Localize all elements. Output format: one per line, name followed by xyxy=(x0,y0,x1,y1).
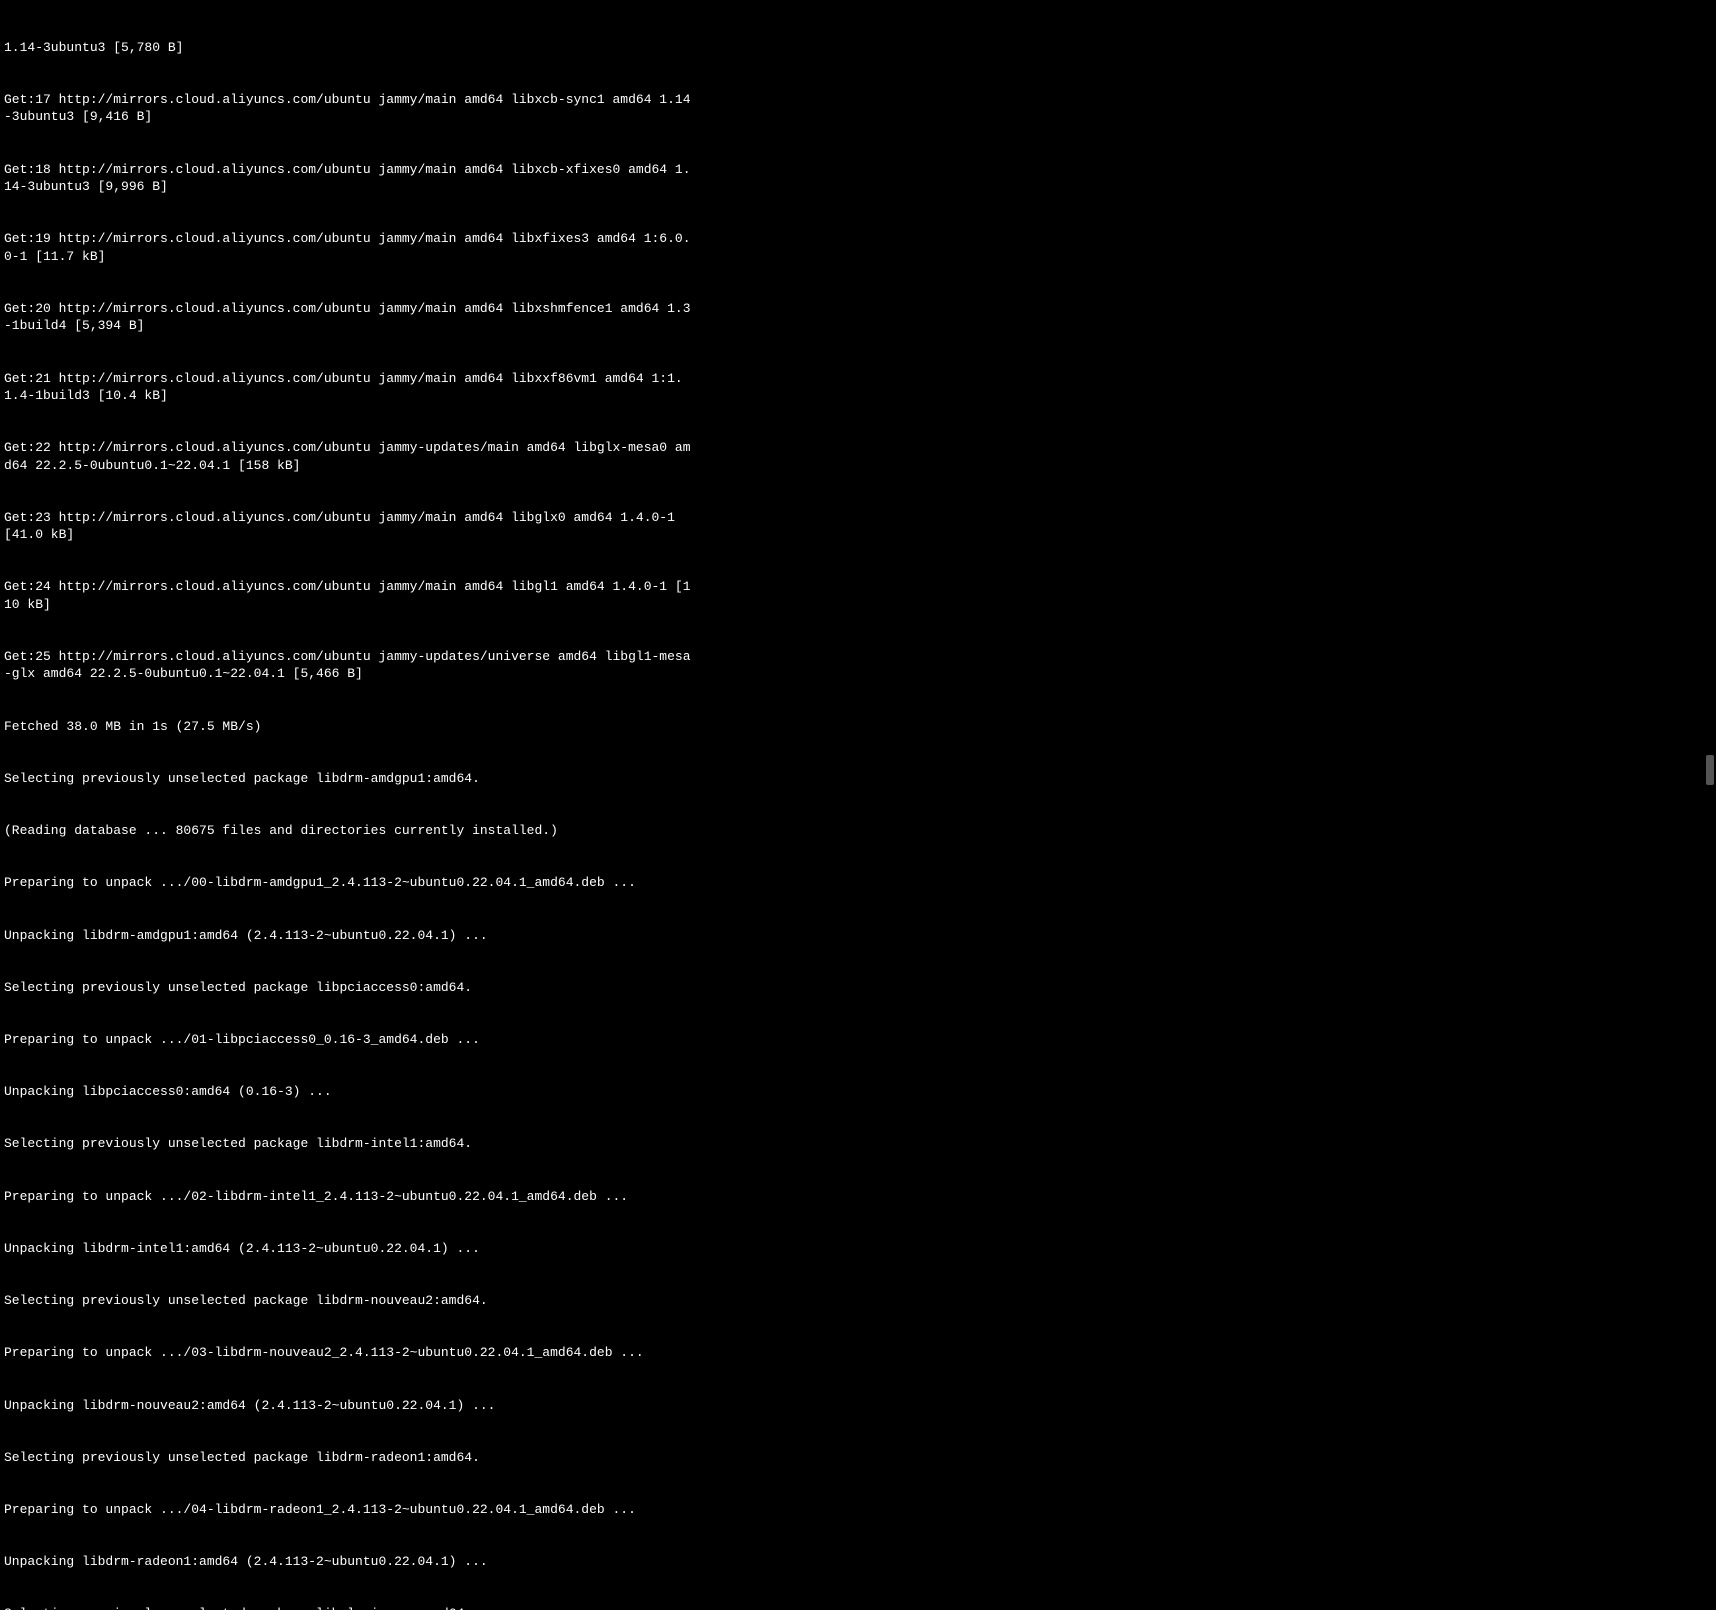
terminal-line: Selecting previously unselected package … xyxy=(4,1135,692,1152)
terminal-line: Get:22 http://mirrors.cloud.aliyuncs.com… xyxy=(4,439,692,474)
terminal-line: Preparing to unpack .../02-libdrm-intel1… xyxy=(4,1188,692,1205)
terminal-line: Get:17 http://mirrors.cloud.aliyuncs.com… xyxy=(4,91,692,126)
terminal-line: Get:25 http://mirrors.cloud.aliyuncs.com… xyxy=(4,648,692,683)
terminal-line: Selecting previously unselected package … xyxy=(4,1449,692,1466)
terminal-line: Get:24 http://mirrors.cloud.aliyuncs.com… xyxy=(4,578,692,613)
terminal-line: Fetched 38.0 MB in 1s (27.5 MB/s) xyxy=(4,718,692,735)
terminal-line: Get:20 http://mirrors.cloud.aliyuncs.com… xyxy=(4,300,692,335)
terminal-line: Preparing to unpack .../00-libdrm-amdgpu… xyxy=(4,874,692,891)
terminal-line: Selecting previously unselected package … xyxy=(4,1605,692,1610)
terminal-line: Get:18 http://mirrors.cloud.aliyuncs.com… xyxy=(4,161,692,196)
terminal-line: Unpacking libdrm-nouveau2:amd64 (2.4.113… xyxy=(4,1397,692,1414)
terminal-line: Preparing to unpack .../04-libdrm-radeon… xyxy=(4,1501,692,1518)
terminal-line: Preparing to unpack .../01-libpciaccess0… xyxy=(4,1031,692,1048)
terminal-line: Unpacking libpciaccess0:amd64 (0.16-3) .… xyxy=(4,1083,692,1100)
terminal-line: (Reading database ... 80675 files and di… xyxy=(4,822,692,839)
terminal-line: Unpacking libdrm-intel1:amd64 (2.4.113-2… xyxy=(4,1240,692,1257)
terminal-line: Selecting previously unselected package … xyxy=(4,979,692,996)
scrollbar[interactable] xyxy=(1704,0,1714,805)
terminal-line: Unpacking libdrm-amdgpu1:amd64 (2.4.113-… xyxy=(4,927,692,944)
terminal-line: 1.14-3ubuntu3 [5,780 B] xyxy=(4,39,692,56)
scrollbar-thumb[interactable] xyxy=(1706,755,1714,785)
terminal-line: Preparing to unpack .../03-libdrm-nouvea… xyxy=(4,1344,692,1361)
terminal-line: Get:21 http://mirrors.cloud.aliyuncs.com… xyxy=(4,370,692,405)
terminal-line: Selecting previously unselected package … xyxy=(4,770,692,787)
terminal-output[interactable]: 1.14-3ubuntu3 [5,780 B] Get:17 http://mi… xyxy=(4,4,692,1610)
terminal-line: Get:23 http://mirrors.cloud.aliyuncs.com… xyxy=(4,509,692,544)
terminal-line: Unpacking libdrm-radeon1:amd64 (2.4.113-… xyxy=(4,1553,692,1570)
terminal-line: Get:19 http://mirrors.cloud.aliyuncs.com… xyxy=(4,230,692,265)
terminal-line: Selecting previously unselected package … xyxy=(4,1292,692,1309)
